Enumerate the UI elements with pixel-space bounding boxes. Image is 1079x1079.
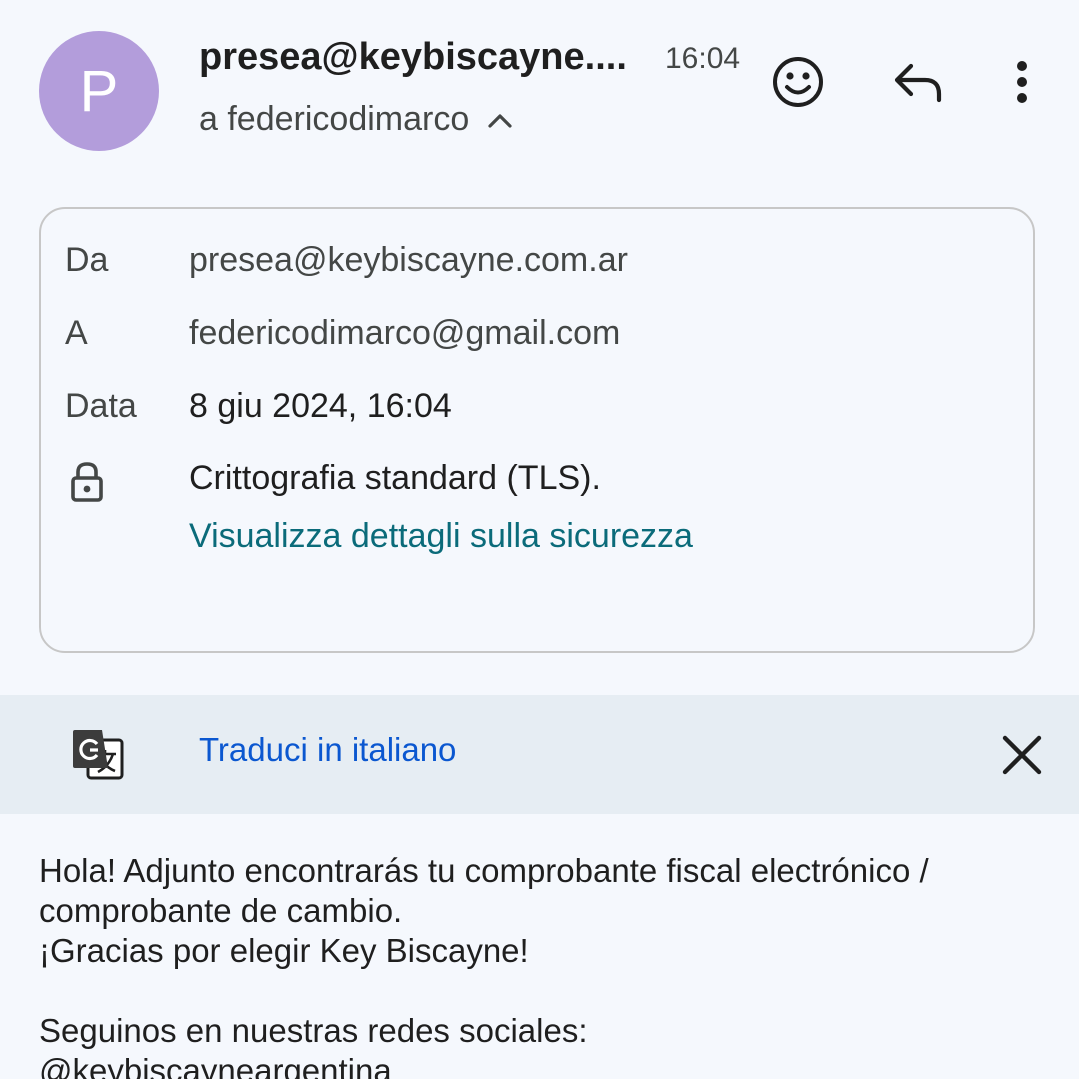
body-line: ¡Gracias por elegir Key Biscayne! bbox=[39, 932, 529, 969]
from-value[interactable]: presea@keybiscayne.com.ar bbox=[189, 241, 628, 280]
recipient-label: a federicodimarco bbox=[199, 100, 470, 138]
close-icon[interactable] bbox=[1000, 733, 1044, 782]
google-translate-icon bbox=[72, 728, 124, 785]
date-value: 8 giu 2024, 16:04 bbox=[189, 387, 452, 425]
email-view: P presea@keybiscayne.... 16:04 a federic… bbox=[0, 0, 1079, 1079]
message-time: 16:04 bbox=[665, 42, 741, 75]
translate-link[interactable]: Traduci in italiano bbox=[199, 731, 456, 769]
message-details-card: Da presea@keybiscayne.com.ar A federicod… bbox=[39, 207, 1035, 653]
body-line: Seguinos en nuestras redes sociales: bbox=[39, 1012, 588, 1049]
body-line: Hola! Adjunto encontrarás tu comprobante… bbox=[39, 852, 929, 889]
date-label: Data bbox=[65, 387, 137, 425]
avatar[interactable]: P bbox=[39, 31, 159, 151]
social-handle[interactable]: @keybiscayneargentina bbox=[39, 1051, 1059, 1079]
translate-bar: Traduci in italiano bbox=[0, 695, 1079, 814]
reply-icon[interactable] bbox=[888, 52, 948, 112]
chevron-up-icon[interactable] bbox=[487, 111, 513, 129]
to-label: A bbox=[65, 314, 88, 352]
security-details-link[interactable]: Visualizza dettagli sulla sicurezza bbox=[189, 517, 693, 556]
lock-icon bbox=[69, 461, 105, 512]
to-value[interactable]: federicodimarco@gmail.com bbox=[189, 314, 620, 353]
encryption-text: Crittografia standard (TLS). bbox=[189, 459, 601, 497]
body-line: comprobante de cambio. bbox=[39, 892, 403, 929]
from-label: Da bbox=[65, 241, 109, 279]
emoji-icon[interactable] bbox=[768, 52, 828, 112]
more-vert-icon[interactable] bbox=[1000, 52, 1044, 112]
sender-address[interactable]: presea@keybiscayne.... bbox=[199, 36, 627, 79]
recipient-toggle[interactable]: a federicodimarco bbox=[199, 100, 513, 139]
message-body: Hola! Adjunto encontrarás tu comprobante… bbox=[39, 851, 1059, 1079]
